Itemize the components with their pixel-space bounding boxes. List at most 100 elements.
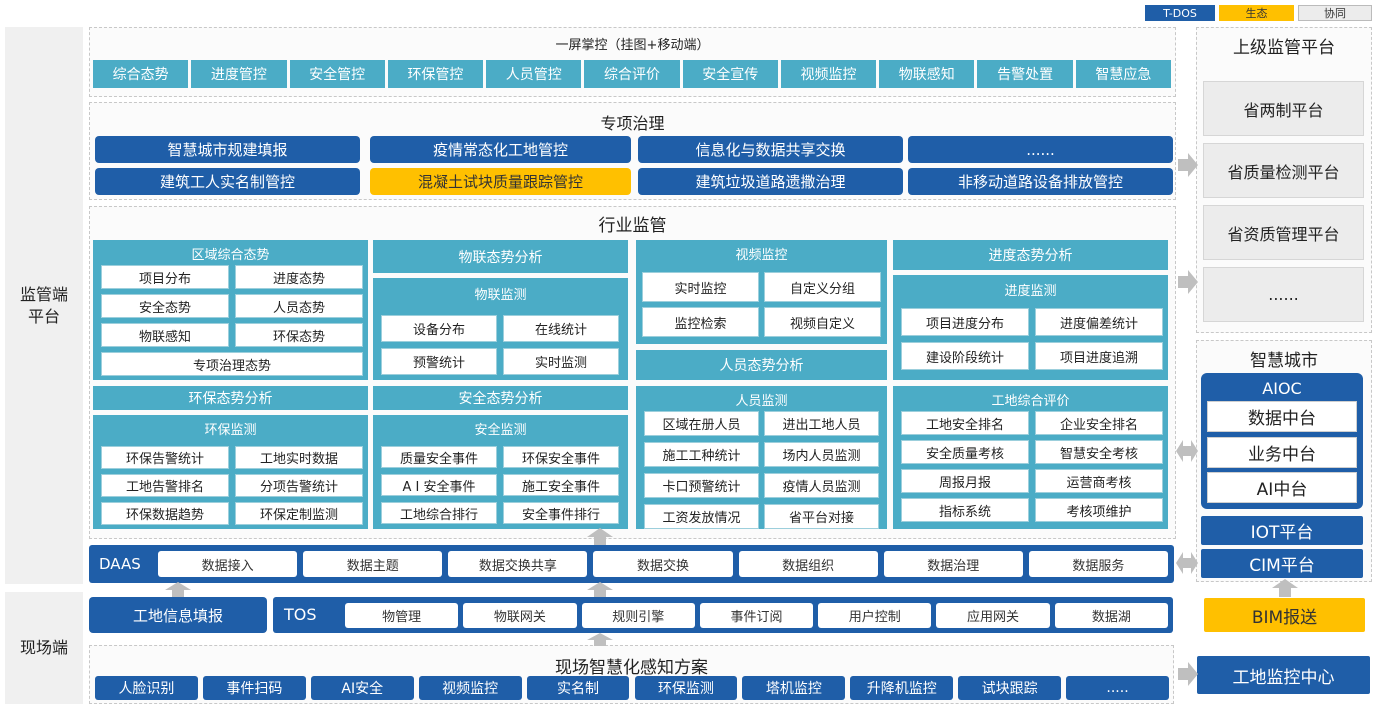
sense-item: 升降机监控 bbox=[850, 676, 954, 700]
region-item-wide: 专项治理态势 bbox=[101, 352, 363, 376]
env-item: 环保告警统计 bbox=[101, 446, 229, 469]
daas-item: 数据主题 bbox=[303, 551, 443, 577]
person-item: 疫情人员监测 bbox=[764, 473, 879, 498]
env-item: 环保数据趋势 bbox=[101, 502, 229, 525]
daas-item: 数据治理 bbox=[883, 551, 1023, 577]
iot-platform-box: IOT平台 bbox=[1201, 516, 1363, 545]
video-title: 视频监控 bbox=[735, 248, 788, 263]
person-item: 工资发放情况 bbox=[644, 504, 759, 529]
video-item: 自定义分组 bbox=[764, 272, 881, 302]
region-title: 区域综合态势 bbox=[191, 248, 270, 263]
eval-item: 指标系统 bbox=[901, 498, 1029, 522]
upper-item: 省两制平台 bbox=[1203, 81, 1364, 136]
env-analysis-bar: 环保态势分析 bbox=[93, 386, 368, 410]
env-item: 工地告警排名 bbox=[101, 474, 229, 497]
eval-title: 工地综合评价 bbox=[991, 394, 1070, 409]
daas-item: 数据交换共享 bbox=[448, 551, 588, 577]
arrow-up-icon bbox=[587, 528, 613, 545]
region-panel: 区域综合态势 项目分布 进度态势 安全态势 人员态势 物联感知 环保态势 专项治理态势 bbox=[93, 240, 368, 380]
iot-item: 实时监测 bbox=[503, 348, 619, 375]
side-label-regulator: 监管端 平台 bbox=[5, 27, 83, 584]
safety-item: 质量安全事件 bbox=[381, 446, 497, 468]
screen-item: 安全管控 bbox=[289, 60, 385, 88]
eval-item: 运营商考核 bbox=[1035, 469, 1163, 493]
upper-item: 省资质管理平台 bbox=[1203, 205, 1364, 260]
daas-label: DAAS bbox=[99, 555, 141, 573]
aioc-label: AIOC bbox=[1262, 379, 1302, 398]
arrow-right-icon bbox=[1178, 662, 1198, 686]
person-item: 场内人员监测 bbox=[764, 442, 879, 467]
tos-item: 数据湖 bbox=[1054, 603, 1168, 628]
person-item: 施工工种统计 bbox=[644, 442, 759, 467]
progress-item: 项目进度追溯 bbox=[1035, 342, 1163, 370]
person-item: 卡口预警统计 bbox=[644, 473, 759, 498]
person-title: 人员监测 bbox=[735, 394, 788, 409]
screen-item: 安全宣传 bbox=[682, 60, 778, 88]
site-monitor-center-box: 工地监控中心 bbox=[1197, 656, 1370, 694]
screen-item: 综合评价 bbox=[584, 60, 680, 88]
special-item: 信息化与数据共享交换 bbox=[638, 136, 903, 163]
sense-title: 现场智慧化感知方案 bbox=[555, 658, 708, 678]
site-info-fill-box: 工地信息填报 bbox=[89, 597, 267, 633]
daas-item: 数据组织 bbox=[738, 551, 878, 577]
progress-analysis-bar: 进度态势分析 bbox=[893, 240, 1168, 270]
screen-item: 进度管控 bbox=[191, 60, 287, 88]
env-item: 工地实时数据 bbox=[235, 446, 363, 469]
safety-item: 工地综合排行 bbox=[381, 502, 497, 524]
arrow-up-icon bbox=[165, 582, 191, 597]
iot-panel: 物联监测 设备分布 在线统计 预警统计 实时监测 bbox=[373, 278, 628, 380]
arrow-up-icon bbox=[587, 633, 613, 646]
special-title: 专项治理 bbox=[600, 114, 665, 133]
person-item: 省平台对接 bbox=[764, 504, 879, 529]
progress-item: 建设阶段统计 bbox=[901, 342, 1029, 370]
arrow-up-icon bbox=[587, 582, 613, 597]
sense-item: 人脸识别 bbox=[95, 676, 198, 700]
env-title: 环保监测 bbox=[204, 423, 257, 438]
arrow-right-icon bbox=[1178, 153, 1198, 177]
region-item: 项目分布 bbox=[101, 265, 229, 289]
upper-title: 上级监管平台 bbox=[1233, 38, 1335, 58]
screen-title: 一屏掌控（挂图+移动端） bbox=[555, 38, 710, 53]
upper-item: 省质量检测平台 bbox=[1203, 143, 1364, 198]
tos-item: 规则引擎 bbox=[581, 603, 695, 628]
screen-item: 人员管控 bbox=[486, 60, 582, 88]
side-label-site-text: 现场端 bbox=[19, 638, 68, 657]
eval-item: 考核项维护 bbox=[1035, 498, 1163, 522]
sense-item: 视频监控 bbox=[418, 676, 522, 700]
safety-panel: 安全监测 质量安全事件 环保安全事件 A I 安全事件 施工安全事件 工地综合排行 安全事… bbox=[373, 415, 628, 529]
tos-label: TOS bbox=[284, 605, 317, 624]
sense-item: ..... bbox=[1066, 676, 1169, 700]
progress-panel: 进度监测 项目进度分布 进度偏差统计 建设阶段统计 项目进度追溯 bbox=[893, 275, 1168, 380]
iot-item: 设备分布 bbox=[381, 315, 497, 342]
bim-report-box: BIM报送 bbox=[1204, 598, 1365, 632]
video-panel: 视频监控 实时监控 自定义分组 监控检索 视频自定义 bbox=[636, 240, 887, 344]
city-item: 业务中台 bbox=[1207, 437, 1357, 468]
tos-item: 物管理 bbox=[345, 603, 459, 628]
arrow-left-right-icon bbox=[1176, 440, 1198, 462]
person-item: 进出工地人员 bbox=[764, 411, 879, 436]
upper-item: ...... bbox=[1203, 267, 1364, 322]
legend-eco: 生态 bbox=[1219, 5, 1294, 21]
special-item: 建筑工人实名制管控 bbox=[95, 168, 360, 195]
legend-tdos: T-DOS bbox=[1145, 5, 1215, 21]
side-label-site: 现场端 bbox=[5, 592, 83, 704]
iot-analysis-bar: 物联态势分析 bbox=[373, 240, 628, 273]
special-item: 混凝土试块质量跟踪管控 bbox=[370, 168, 631, 195]
daas-item: 数据接入 bbox=[158, 551, 298, 577]
iot-item: 预警统计 bbox=[381, 348, 497, 375]
eval-item: 工地安全排名 bbox=[901, 411, 1029, 435]
env-panel: 环保监测 环保告警统计 工地实时数据 工地告警排名 分项告警统计 环保数据趋势 环保定制监… bbox=[93, 415, 368, 529]
progress-item: 项目进度分布 bbox=[901, 308, 1029, 336]
special-item: ...... bbox=[908, 136, 1173, 163]
daas-item: 数据交换 bbox=[593, 551, 733, 577]
region-item: 环保态势 bbox=[235, 323, 363, 347]
tos-item: 事件订阅 bbox=[699, 603, 814, 628]
safety-item: A I 安全事件 bbox=[381, 474, 497, 496]
video-item: 视频自定义 bbox=[764, 307, 881, 337]
safety-analysis-bar: 安全态势分析 bbox=[373, 386, 628, 410]
tos-item: 用户控制 bbox=[818, 603, 932, 628]
eval-item: 企业安全排名 bbox=[1035, 411, 1163, 435]
tos-item: 物联网关 bbox=[463, 603, 577, 628]
side-label-regulator-text: 监管端 平台 bbox=[19, 284, 68, 326]
legend-coop: 协同 bbox=[1298, 5, 1372, 21]
